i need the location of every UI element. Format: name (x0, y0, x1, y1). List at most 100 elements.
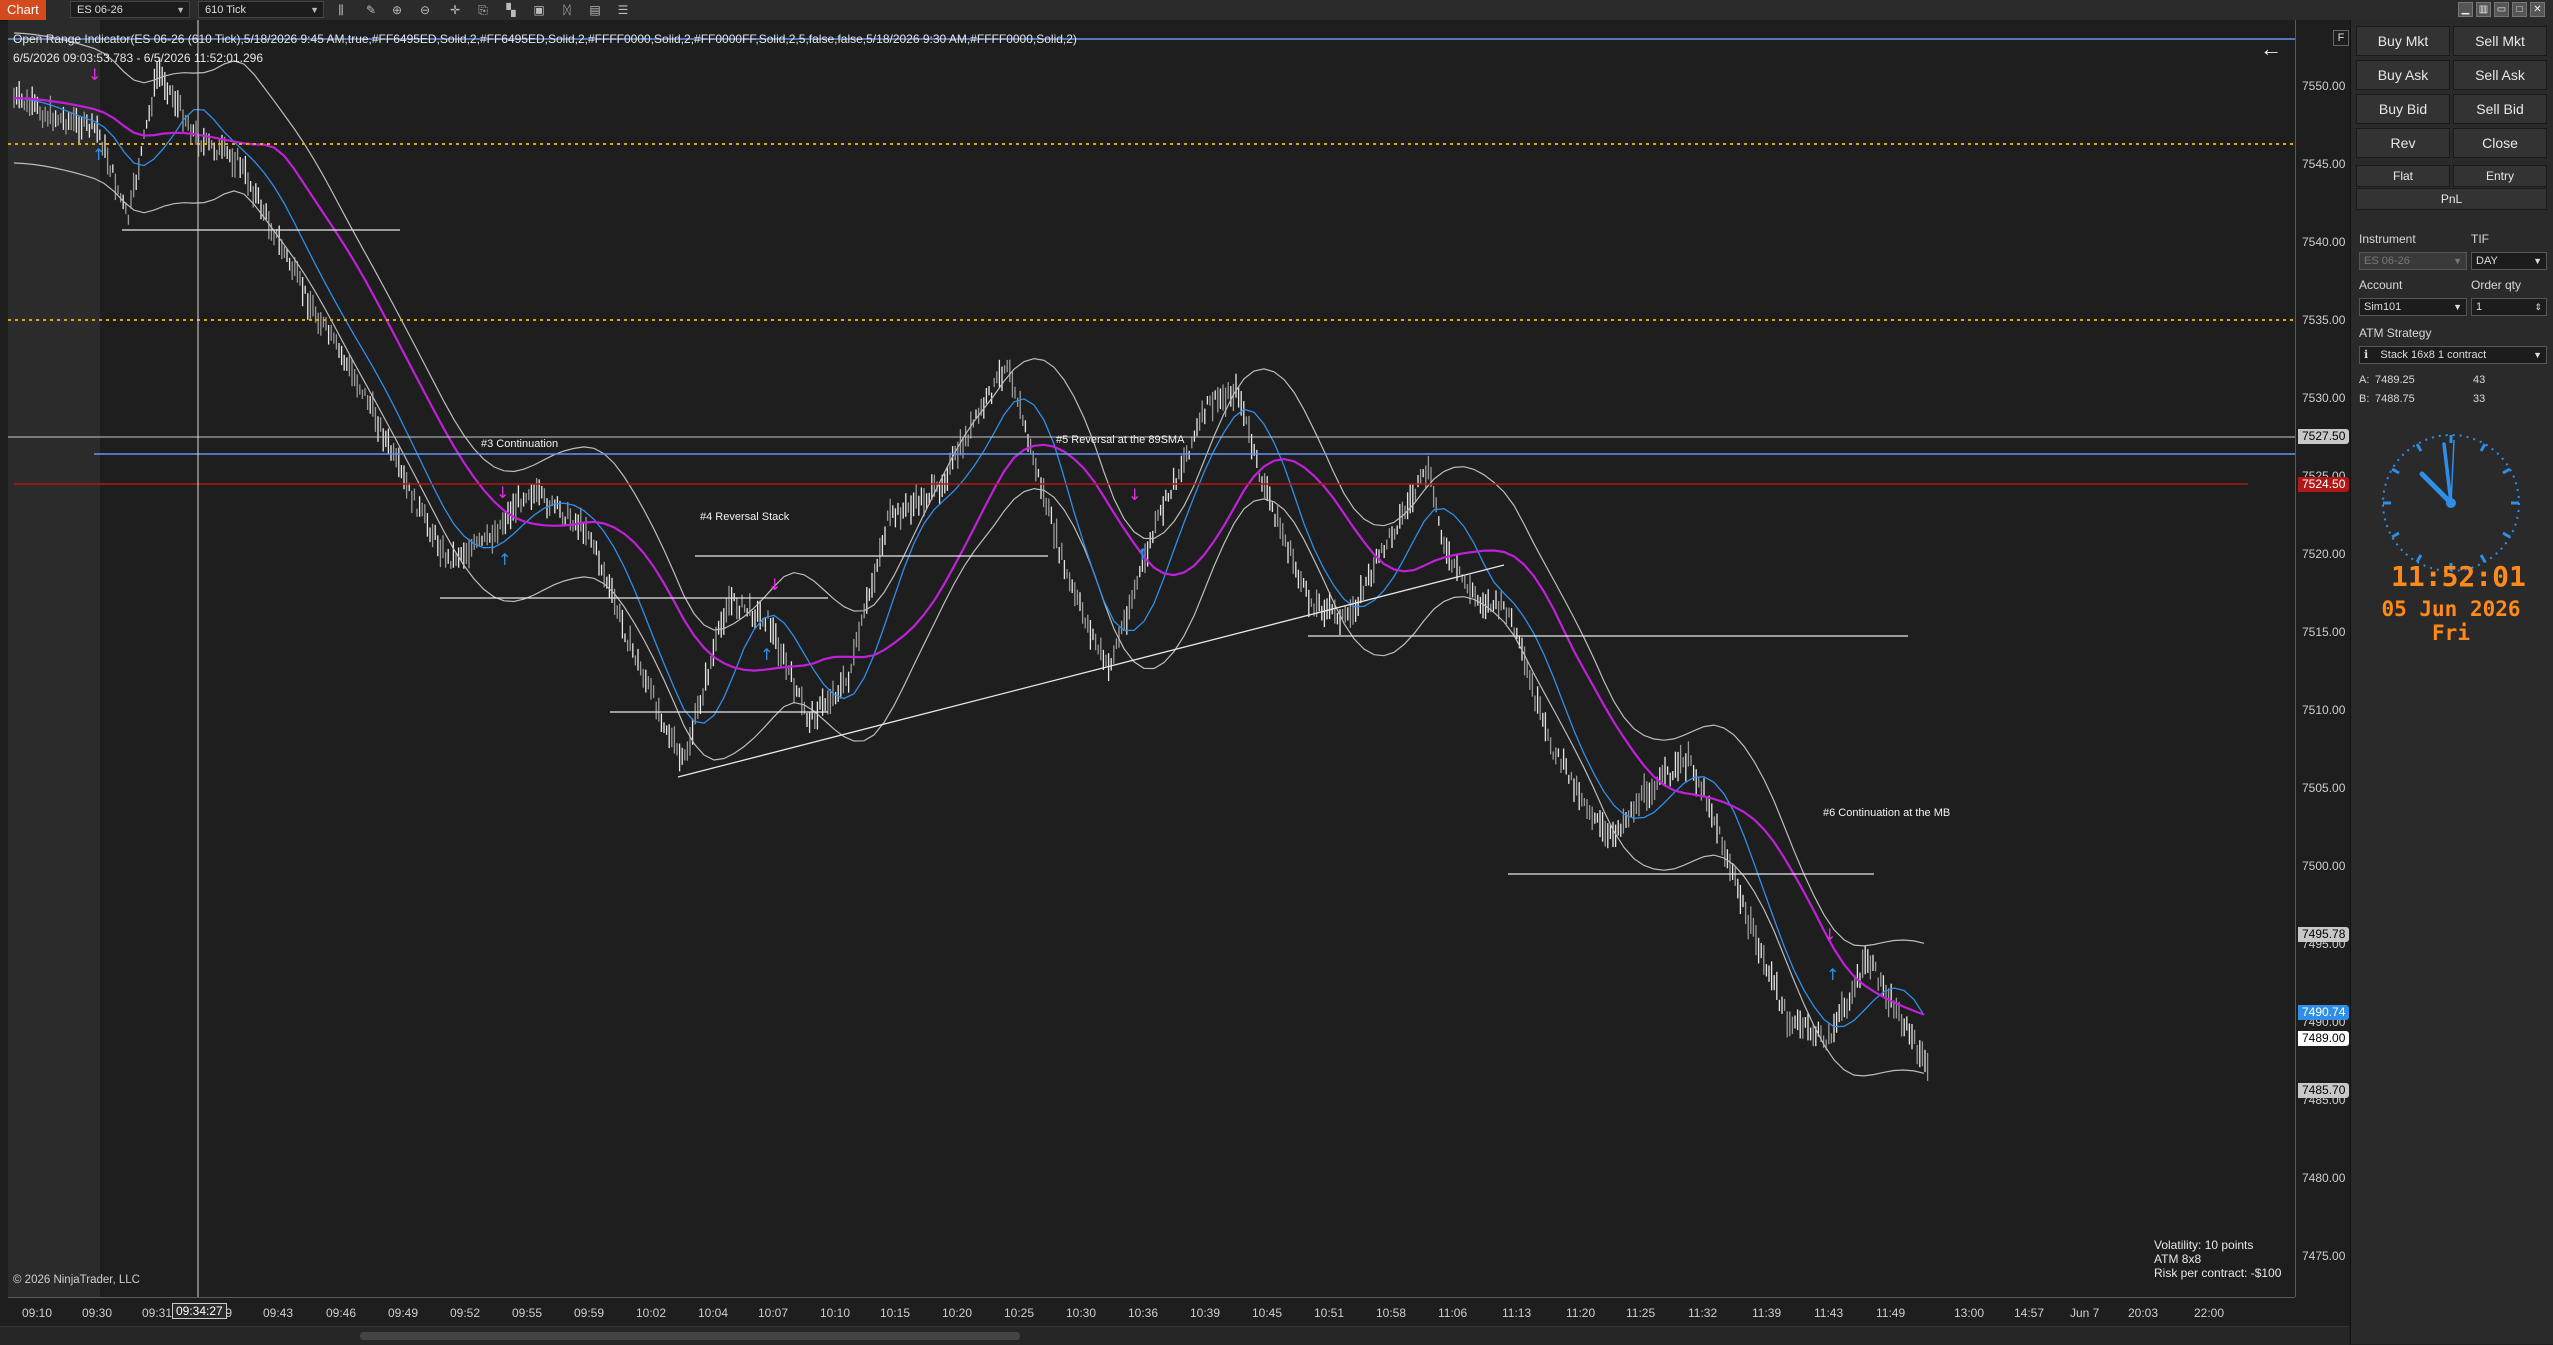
time-label: 09:31 (142, 1306, 173, 1320)
chart-tab[interactable]: Chart (0, 0, 46, 20)
atm-strategy-select[interactable]: ℹ Stack 16x8 1 contract ▼ (2359, 346, 2547, 364)
time-label: 09:46 (326, 1306, 357, 1320)
zoom-out-icon[interactable]: ⊖ (418, 3, 432, 17)
chevron-down-icon: ▼ (2453, 256, 2462, 266)
time-label: 09:49 (388, 1306, 419, 1320)
price-tag-lower: 7485.70 (2298, 1083, 2350, 1098)
time-label: 10:15 (880, 1306, 911, 1320)
tif-label: TIF (2471, 232, 2489, 246)
stepper-icon[interactable]: ⇕ (2534, 299, 2542, 315)
window-close-icon[interactable]: ✕ (2530, 2, 2545, 17)
price-label: 7545.00 (2302, 157, 2346, 171)
time-label: 09:30 (82, 1306, 113, 1320)
pencil-icon[interactable]: ✎ (364, 3, 378, 17)
sell-signal-arrow-icon: ↓ (496, 483, 509, 502)
buy-market-button[interactable]: Buy Mkt (2356, 26, 2450, 56)
annotation-continuation-6: #6 Continuation at the MB (1823, 807, 1951, 819)
properties-icon[interactable]: ☰ (616, 3, 630, 17)
price-tag-last: 7489.00 (2298, 1031, 2350, 1046)
price-bars (13, 57, 1929, 1081)
time-label: 11:43 (1814, 1306, 1844, 1320)
time-label: 11:25 (1626, 1306, 1656, 1320)
price-tag-ma: 7490.74 (2298, 1005, 2350, 1020)
time-label: 11:49 (1876, 1306, 1906, 1320)
order-qty-stepper[interactable]: 1 ⇕ (2471, 298, 2547, 316)
order-qty-label: Order qty (2471, 278, 2522, 292)
time-label: 20:03 (2128, 1306, 2159, 1320)
chart-trader-icon[interactable]: ▤ (588, 3, 602, 17)
ask-size: 43 (2473, 374, 2486, 386)
pnl-button[interactable]: PnL (2356, 188, 2547, 210)
atm-strategy-label: ATM Strategy (2359, 326, 2432, 340)
entry-button[interactable]: Entry (2453, 165, 2547, 187)
time-axis[interactable]: 09:1009:3009:3109:3909:4309:4609:4909:52… (8, 1297, 2295, 1326)
zoom-in-icon[interactable]: ⊕ (390, 3, 404, 17)
time-label: 10:02 (636, 1306, 667, 1320)
window-restore-icon[interactable]: ▭ (2494, 2, 2509, 17)
annotation-reversal-5: #5 Reversal at the 89SMA (1056, 434, 1185, 446)
price-label: 7550.00 (2302, 79, 2346, 93)
digital-clock-time: 11:52:01 (2391, 560, 2526, 593)
price-axis[interactable]: F 7550.00 7545.00 7540.00 7535.00 7530.0… (2295, 20, 2350, 1297)
chevron-down-icon: ▼ (176, 5, 185, 15)
sell-market-button[interactable]: Sell Mkt (2453, 26, 2547, 56)
window-maximize-icon[interactable]: □ (2512, 2, 2527, 17)
time-label: 10:45 (1252, 1306, 1283, 1320)
interval-selector[interactable]: 610 Tick ▼ (198, 1, 324, 18)
clock-tick (2502, 467, 2511, 475)
ask-label: A: (2359, 374, 2370, 386)
buy-ask-button[interactable]: Buy Ask (2356, 60, 2450, 90)
price-tag-red: 7524.50 (2298, 477, 2350, 492)
chevron-down-icon: ▼ (2533, 350, 2542, 360)
buy-signal-arrow-icon: ↑ (760, 645, 773, 664)
chart-trader-panel: Buy Mkt Sell Mkt Buy Ask Sell Ask Buy Bi… (2350, 20, 2553, 1344)
window-tile-icon[interactable]: ▥ (2476, 2, 2491, 17)
tif-select[interactable]: DAY ▼ (2471, 252, 2547, 270)
price-chart[interactable]: ↓ ↑ ↓ ↑ ↓ ↑ ↓ ↑ ↓ ↑ Open Range Indicator(ES 06-26… (8, 20, 2295, 1297)
flat-button[interactable]: Flat (2356, 165, 2450, 187)
clock-tick (2391, 531, 2400, 539)
close-button[interactable]: Close (2453, 128, 2547, 158)
clock-tick (2391, 467, 2400, 475)
bookmark-icon[interactable]: ▚ (504, 3, 518, 17)
price-label: 7505.00 (2302, 781, 2346, 795)
account-select-value: Sim101 (2364, 301, 2402, 313)
strategies-icon[interactable]: ᛞ (560, 3, 574, 17)
time-label: 11:13 (1502, 1306, 1532, 1320)
time-label: 09:52 (450, 1306, 481, 1320)
back-arrow-icon[interactable]: ← (2260, 36, 2282, 62)
scrollbar-thumb[interactable] (360, 1332, 1020, 1340)
time-label: 11:32 (1688, 1306, 1718, 1320)
time-label: 10:58 (1376, 1306, 1407, 1320)
time-label: 10:20 (942, 1306, 973, 1320)
bars-type-icon[interactable]: ⫼ (334, 3, 348, 17)
buy-bid-button[interactable]: Buy Bid (2356, 94, 2450, 124)
price-tag-envelope: 7495.78 (2298, 927, 2350, 942)
f-button[interactable]: F (2333, 30, 2349, 46)
reverse-button[interactable]: Rev (2356, 128, 2450, 158)
instrument-selector[interactable]: ES 06-26 ▼ (70, 1, 190, 18)
time-label: 22:00 (2194, 1306, 2225, 1320)
screenshot-icon[interactable]: ▣ (532, 3, 546, 17)
horizontal-scrollbar[interactable] (0, 1326, 2349, 1345)
atm-strategy-value: Stack 16x8 1 contract (2380, 349, 2487, 361)
atm-label: ATM 8x8 (2154, 1252, 2202, 1266)
envelope-upper-line (13, 32, 1925, 947)
trade-info-box: Volatility: 10 points ATM 8x8 Risk per c… (2154, 1238, 2281, 1280)
data-box-icon[interactable]: ⎘ (476, 3, 490, 17)
crosshair-icon[interactable]: ✛ (448, 3, 462, 17)
pre-session-shade (8, 20, 100, 1297)
chevron-down-icon: ▼ (310, 5, 319, 15)
time-label: 10:39 (1190, 1306, 1221, 1320)
account-select[interactable]: Sim101 ▼ (2359, 298, 2467, 316)
sell-bid-button[interactable]: Sell Bid (2453, 94, 2547, 124)
time-label: 09:55 (512, 1306, 543, 1320)
window-minimize-icon[interactable]: ▁ (2458, 2, 2473, 17)
time-label: 11:39 (1752, 1306, 1782, 1320)
chart-canvas: ↓ ↑ ↓ ↑ ↓ ↑ ↓ ↑ ↓ ↑ (8, 20, 2295, 1297)
fast-ma-line (13, 97, 1925, 1028)
chevron-down-icon: ▼ (2533, 256, 2542, 266)
price-label: 7510.00 (2302, 703, 2346, 717)
price-label: 7530.00 (2302, 391, 2346, 405)
sell-ask-button[interactable]: Sell Ask (2453, 60, 2547, 90)
